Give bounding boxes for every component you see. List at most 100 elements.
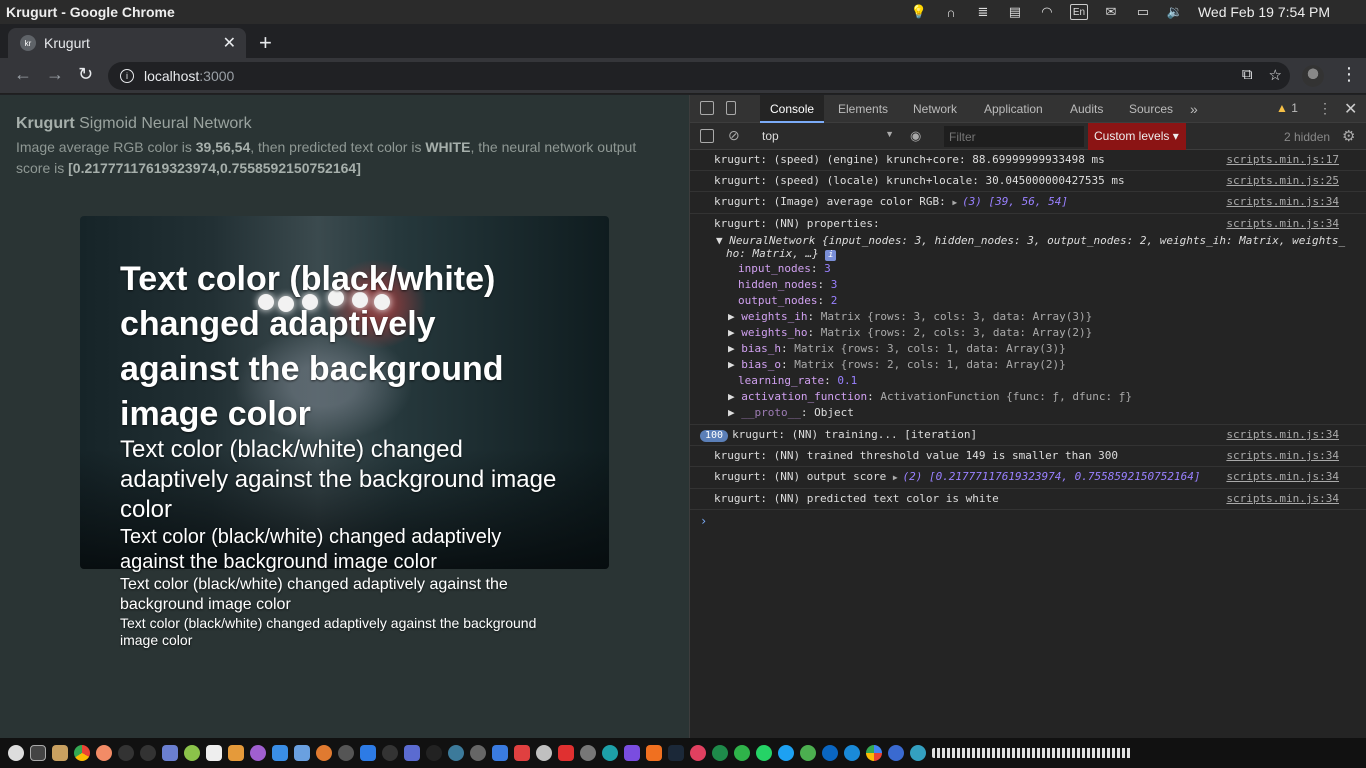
dock-app-icon[interactable] — [558, 745, 574, 761]
dock-app-icon[interactable] — [470, 745, 486, 761]
dock-app-icon[interactable] — [228, 745, 244, 761]
wifi-icon[interactable]: ◠ — [1038, 4, 1056, 20]
lightbulb-icon[interactable]: 💡 — [910, 4, 928, 20]
tab-sources[interactable]: Sources — [1129, 95, 1173, 123]
dock-app-icon[interactable] — [404, 745, 420, 761]
dock-app-icon[interactable] — [30, 745, 46, 761]
dock-app-icon[interactable] — [800, 745, 816, 761]
console-filter-input[interactable] — [944, 126, 1084, 147]
tab-application[interactable]: Application — [984, 95, 1043, 123]
mail-icon[interactable]: ✉ — [1102, 4, 1120, 20]
chrome-menu-icon[interactable]: ⋮ — [1340, 64, 1358, 85]
object-property[interactable]: ▶ weights_ho: Matrix {rows: 2, cols: 3, … — [690, 325, 1366, 341]
dock-app-icon[interactable] — [756, 745, 772, 761]
dock-app-icon[interactable] — [206, 745, 222, 761]
object-property[interactable]: ▶ activation_function: ActivationFunctio… — [690, 389, 1366, 405]
bookmark-star-icon[interactable]: ☆ — [1269, 66, 1282, 84]
dock-app-icon[interactable] — [668, 745, 684, 761]
dock-app-icon[interactable] — [316, 745, 332, 761]
gear-icon[interactable]: ⚙ — [1342, 127, 1355, 145]
inspect-element-icon[interactable] — [700, 101, 714, 115]
dock-app-icon[interactable] — [426, 745, 442, 761]
object-summary[interactable]: ▼ NeuralNetwork {input_nodes: 3, hidden_… — [690, 234, 1366, 247]
info-icon[interactable]: i — [825, 250, 837, 261]
address-bar[interactable]: i localhost:3000 ⧉ ☆ — [108, 62, 1290, 90]
dock-app-icon[interactable] — [360, 745, 376, 761]
sidebar-toggle-icon[interactable] — [700, 129, 714, 143]
new-tab-icon[interactable]: + — [259, 30, 272, 56]
source-link[interactable]: scripts.min.js:25 — [1226, 174, 1339, 188]
source-link[interactable]: scripts.min.js:34 — [1226, 492, 1339, 506]
live-expression-eye-icon[interactable]: ◉ — [910, 128, 921, 144]
tab-console[interactable]: Console — [760, 95, 825, 123]
clear-console-icon[interactable]: ⊘ — [728, 127, 740, 144]
dock-app-icon[interactable] — [646, 745, 662, 761]
warning-counter[interactable]: ▲ 1 — [1276, 101, 1298, 115]
dock-app-icon[interactable] — [866, 745, 882, 761]
dock-app-icon[interactable] — [96, 745, 112, 761]
tab-elements[interactable]: Elements — [838, 95, 888, 123]
dock-app-icon[interactable] — [580, 745, 596, 761]
dock-app-icon[interactable] — [690, 745, 706, 761]
open-in-new-icon[interactable]: ⧉ — [1242, 66, 1253, 84]
reload-icon[interactable]: ↻ — [78, 64, 93, 85]
headphones-icon[interactable]: ∩ — [942, 4, 960, 20]
dock-app-icon[interactable] — [602, 745, 618, 761]
dock-app-icon[interactable] — [844, 745, 860, 761]
object-property[interactable]: ▶ __proto__: Object — [690, 405, 1366, 425]
dock-app-icon[interactable] — [778, 745, 794, 761]
object-property[interactable]: ▶ bias_o: Matrix {rows: 2, cols: 1, data… — [690, 357, 1366, 373]
forward-icon[interactable]: → — [46, 64, 64, 85]
back-icon[interactable]: ← — [14, 64, 32, 85]
log-levels-dropdown[interactable]: Custom levels ▾ — [1088, 123, 1186, 150]
close-devtools-icon[interactable]: ✕ — [1344, 99, 1357, 119]
dock-app-icon[interactable] — [294, 745, 310, 761]
devtools-menu-icon[interactable]: ⋮ — [1318, 100, 1332, 117]
dock-app-icon[interactable] — [118, 745, 134, 761]
more-tabs-icon[interactable]: » — [1190, 95, 1198, 123]
keyboard-layout-indicator[interactable]: En — [1069, 4, 1088, 20]
object-property[interactable]: ▶ weights_ih: Matrix {rows: 3, cols: 3, … — [690, 309, 1366, 325]
dock-app-icon[interactable] — [492, 745, 508, 761]
dock-app-icon[interactable] — [184, 745, 200, 761]
console-prompt[interactable]: › — [690, 510, 1366, 532]
device-toolbar-icon[interactable] — [726, 101, 736, 115]
source-link[interactable]: scripts.min.js:17 — [1226, 153, 1339, 167]
tab-audits[interactable]: Audits — [1070, 95, 1103, 123]
clock[interactable]: Wed Feb 19 7:54 PM — [1198, 4, 1330, 20]
source-link[interactable]: scripts.min.js:34 — [1226, 449, 1339, 463]
dock-app-icon[interactable] — [822, 745, 838, 761]
dock-app-icon[interactable] — [140, 745, 156, 761]
dock-app-icon[interactable] — [250, 745, 266, 761]
dock-app-icon[interactable] — [910, 745, 926, 761]
clipboard-icon[interactable]: ▤ — [1006, 4, 1024, 20]
dock-app-icon[interactable] — [536, 745, 552, 761]
source-link[interactable]: scripts.min.js:34 — [1226, 470, 1339, 484]
profile-avatar[interactable] — [1302, 65, 1324, 87]
dock-app-icon[interactable] — [74, 745, 90, 761]
dock-app-icon[interactable] — [338, 745, 354, 761]
dock-app-icon[interactable] — [162, 745, 178, 761]
volume-icon[interactable]: 🔉 — [1166, 4, 1184, 20]
dock-app-icon[interactable] — [624, 745, 640, 761]
tab-network[interactable]: Network — [913, 95, 957, 123]
dock-app-icon[interactable] — [734, 745, 750, 761]
dock-app-icon[interactable] — [448, 745, 464, 761]
dock-app-icon[interactable] — [514, 745, 530, 761]
source-link[interactable]: scripts.min.js:34 — [1226, 428, 1339, 442]
dock-app-icon[interactable] — [8, 745, 24, 761]
browser-tab[interactable]: kr Krugurt ✕ — [8, 28, 246, 58]
dock-app-icon[interactable] — [52, 745, 68, 761]
dock-app-icon[interactable] — [712, 745, 728, 761]
close-tab-icon[interactable]: ✕ — [223, 33, 236, 53]
site-info-icon[interactable]: i — [120, 69, 134, 83]
dock-app-icon[interactable] — [382, 745, 398, 761]
battery-icon[interactable]: ▭ — [1134, 4, 1152, 20]
context-selector[interactable]: top ▼ — [762, 129, 894, 143]
source-link[interactable]: scripts.min.js:34 — [1226, 195, 1339, 209]
dock-app-icon[interactable] — [272, 745, 288, 761]
source-link[interactable]: scripts.min.js:34 — [1226, 217, 1339, 231]
notes-icon[interactable]: ≣ — [974, 4, 992, 20]
dock-app-icon[interactable] — [888, 745, 904, 761]
object-property[interactable]: ▶ bias_h: Matrix {rows: 3, cols: 1, data… — [690, 341, 1366, 357]
